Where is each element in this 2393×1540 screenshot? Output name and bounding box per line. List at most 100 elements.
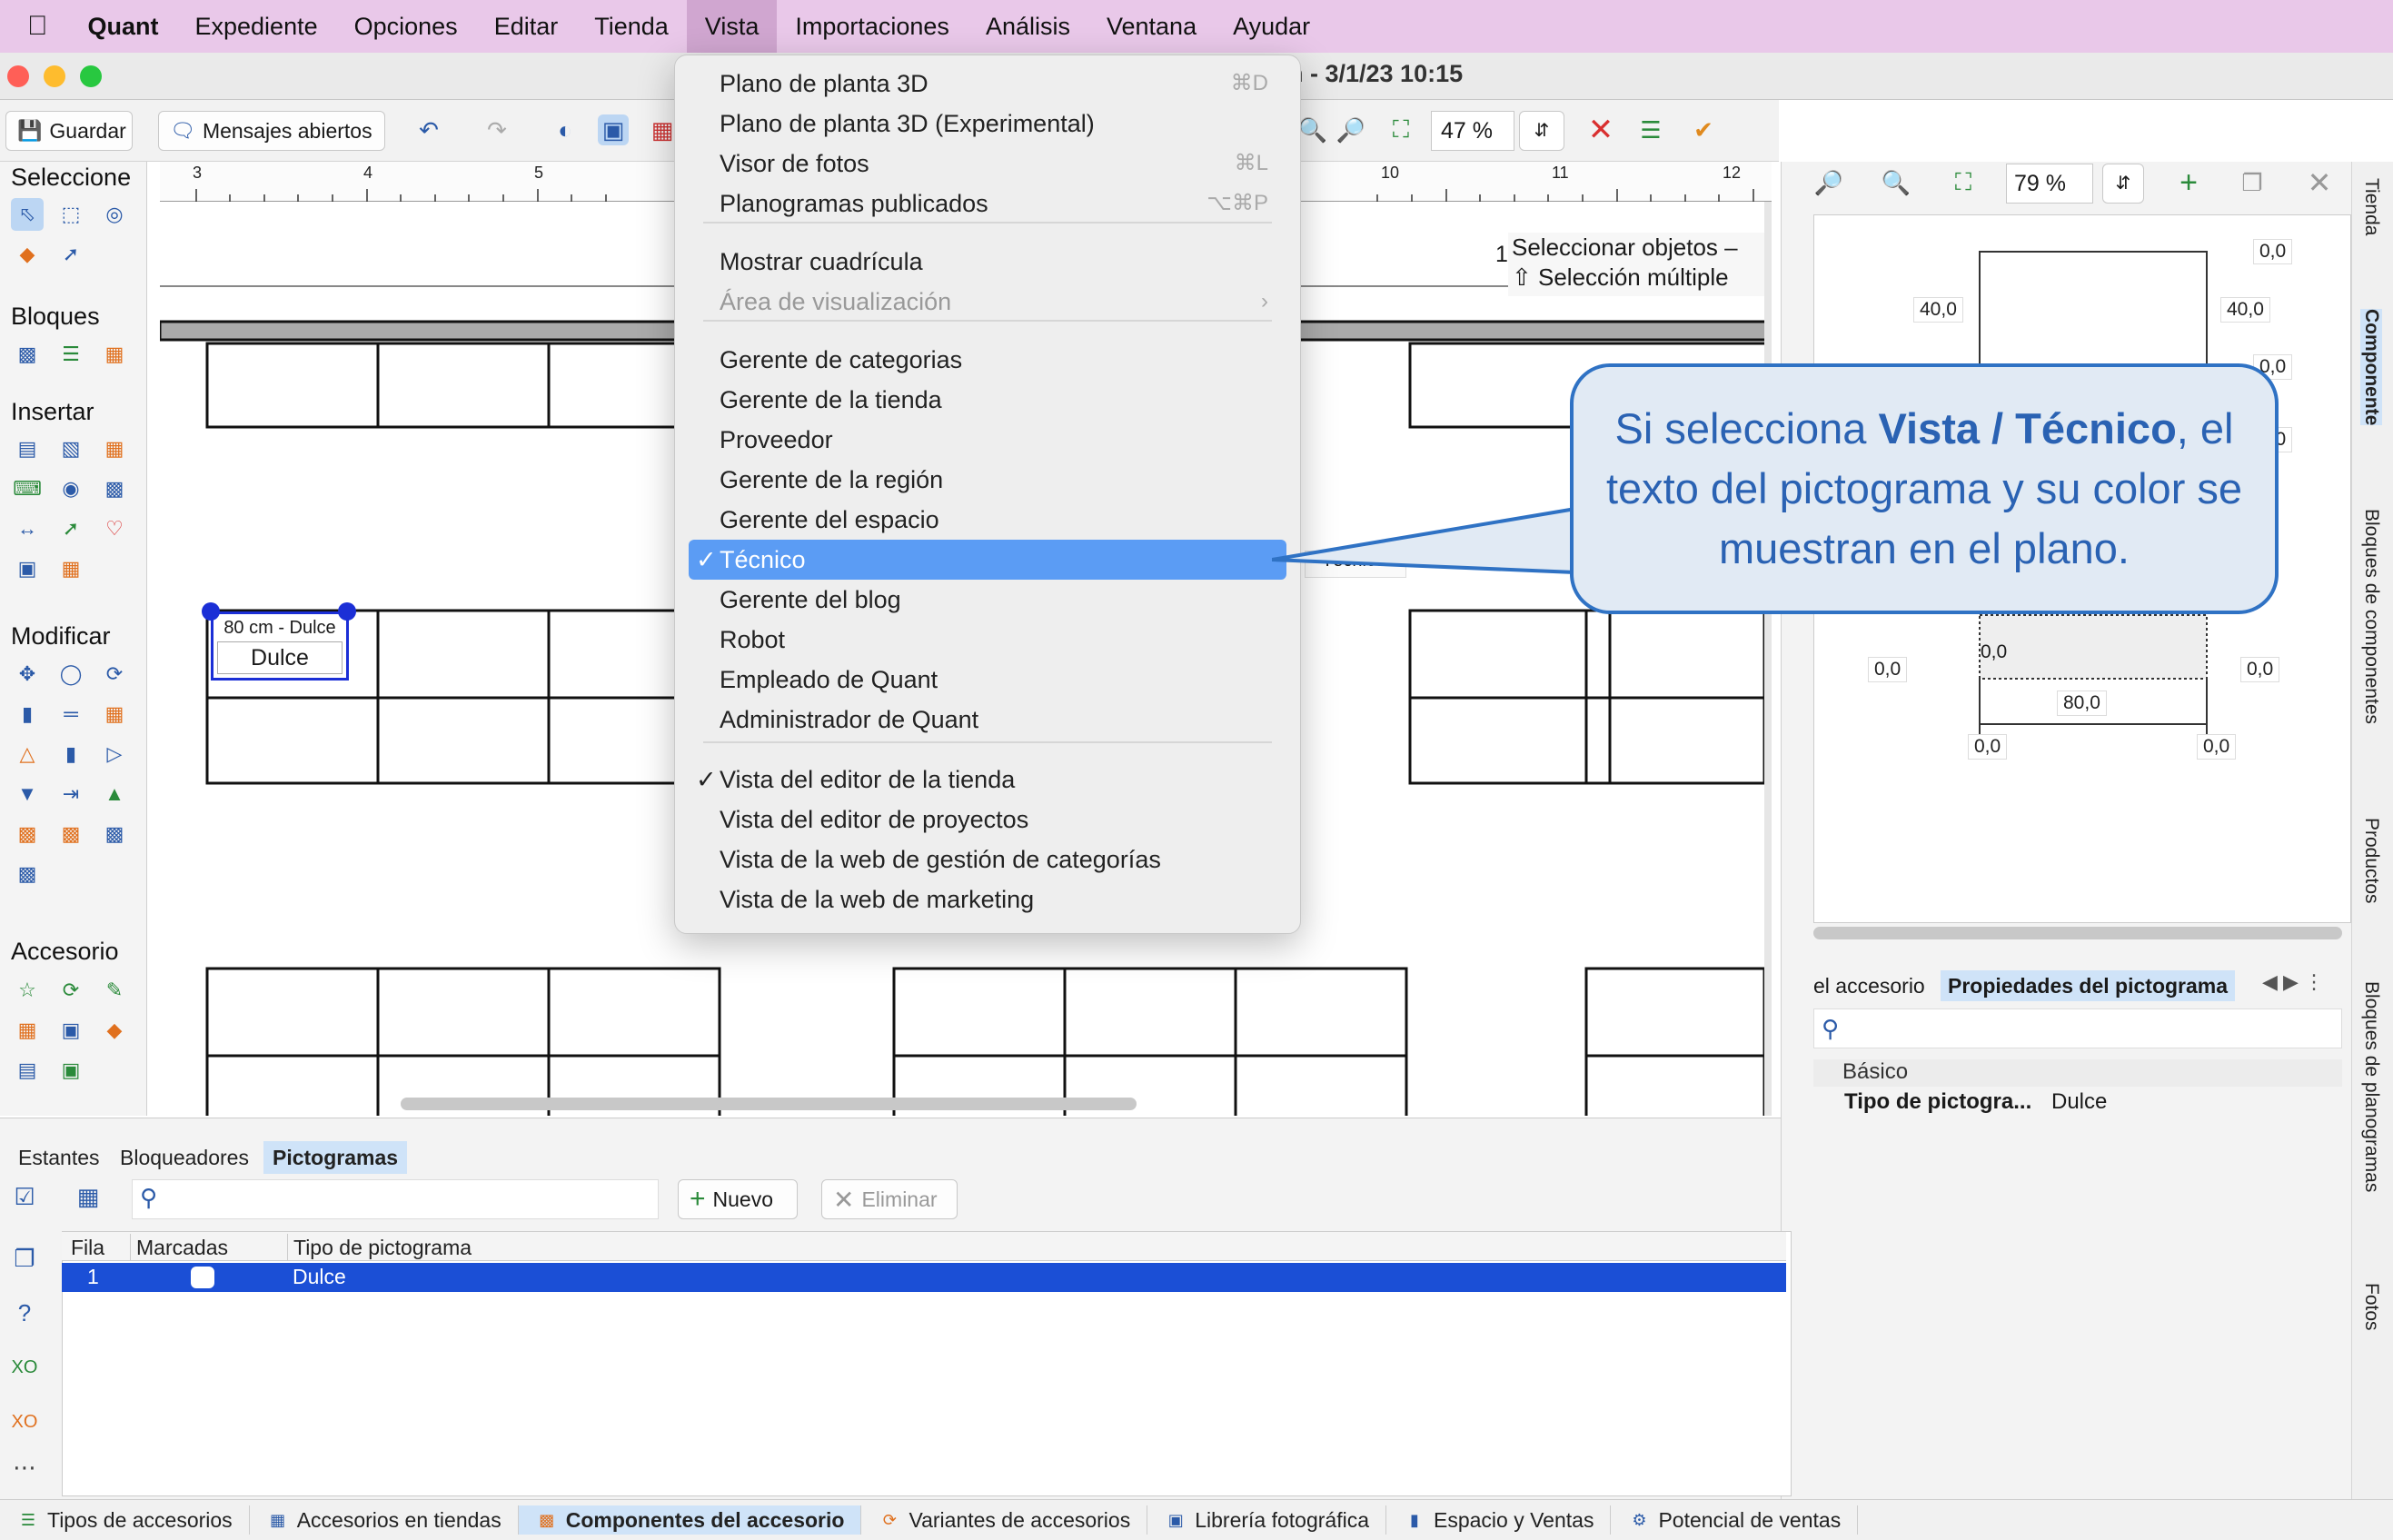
- block-group-icon[interactable]: ▦: [98, 338, 131, 371]
- copy-icon[interactable]: ❐: [9, 1243, 40, 1274]
- right-zoom-stepper[interactable]: ⇵: [2102, 164, 2144, 204]
- menu-app-name[interactable]: Quant: [70, 0, 177, 53]
- calculator-icon[interactable]: ▩: [98, 472, 131, 505]
- zoom-field[interactable]: 47 %: [1431, 111, 1514, 151]
- side-tab-fotos[interactable]: Fotos: [2360, 1283, 2382, 1331]
- menu-item[interactable]: Vista del editor de proyectos: [689, 800, 1286, 840]
- tab-bloqueadores[interactable]: Bloqueadores: [111, 1141, 258, 1174]
- marquee-select-icon[interactable]: ⬚: [55, 198, 87, 231]
- menu-item[interactable]: Visor de fotos ⌘L: [689, 144, 1286, 184]
- move-icon[interactable]: ✥: [11, 658, 44, 691]
- duplicate-icon[interactable]: ❐: [2237, 167, 2268, 198]
- menu-editar[interactable]: Editar: [476, 0, 577, 53]
- menu-item[interactable]: Vista de la web de gestión de categorías: [689, 840, 1286, 879]
- grid-toggle-icon[interactable]: ▣: [598, 114, 629, 145]
- resize-handle[interactable]: [338, 602, 356, 621]
- tab-propiedades[interactable]: Propiedades del pictograma: [1941, 970, 2236, 1001]
- side-tab-productos[interactable]: Productos: [2360, 818, 2382, 904]
- copy-icon[interactable]: ▩: [11, 858, 44, 890]
- layers-icon[interactable]: ◆: [11, 238, 44, 271]
- align-left-icon[interactable]: ▮: [11, 698, 44, 730]
- minimize-window-button[interactable]: [44, 65, 65, 87]
- menu-item[interactable]: Vista de la web de marketing: [689, 879, 1286, 919]
- column-fila[interactable]: Fila: [71, 1234, 104, 1261]
- line-icon[interactable]: ➚: [55, 512, 87, 545]
- align-bottom-icon[interactable]: ▲: [98, 778, 131, 810]
- menu-item[interactable]: Proveedor: [689, 420, 1286, 460]
- tab-pictogramas[interactable]: Pictogramas: [263, 1141, 408, 1174]
- select-icon[interactable]: ⬁: [11, 198, 44, 231]
- mirror-icon[interactable]: △: [11, 738, 44, 770]
- menu-item[interactable]: Plano de planta 3D ⌘D: [689, 64, 1286, 104]
- apple-icon[interactable]: : [0, 11, 70, 42]
- menu-item[interactable]: Mostrar cuadrícula: [689, 242, 1286, 282]
- bring-front-icon[interactable]: ▩: [11, 818, 44, 850]
- image-list-icon[interactable]: ▣: [55, 1054, 87, 1087]
- pointer-icon[interactable]: ➚: [55, 238, 87, 271]
- zoom-window-button[interactable]: [80, 65, 102, 87]
- tab-variantes[interactable]: ⟳ Variantes de accesorios: [861, 1505, 1148, 1535]
- cycle-icon[interactable]: ⟳: [55, 974, 87, 1007]
- right-zoom-field[interactable]: 79 %: [2006, 164, 2093, 204]
- menu-item[interactable]: Vista del editor de la tienda ✓: [689, 760, 1286, 800]
- zoom-out-icon[interactable]: 🔍: [1881, 167, 1911, 198]
- section-basico[interactable]: Básico: [1813, 1059, 2342, 1087]
- menu-vista[interactable]: Vista: [686, 0, 778, 53]
- delete-button[interactable]: ✕ Eliminar: [821, 1179, 958, 1219]
- target-icon[interactable]: ◎: [98, 198, 131, 231]
- selected-pictogram[interactable]: 80 cm - Dulce Dulce: [211, 611, 349, 681]
- close-icon[interactable]: ✕: [2304, 166, 2335, 199]
- menu-opciones[interactable]: Opciones: [336, 0, 476, 53]
- columns-icon[interactable]: ▦: [11, 1014, 44, 1047]
- horizontal-scrollbar[interactable]: [1813, 927, 2342, 939]
- menu-item[interactable]: Técnico ✓: [689, 540, 1286, 580]
- menu-item[interactable]: Gerente de categorias: [689, 340, 1286, 380]
- list-add-icon[interactable]: ☰: [1635, 114, 1666, 145]
- fit-icon[interactable]: ⛶: [1948, 167, 1979, 198]
- number-icon[interactable]: ▣: [55, 1014, 87, 1047]
- zoom-stepper[interactable]: ⇵: [1519, 111, 1564, 151]
- overlap-icon[interactable]: ▩: [98, 818, 131, 850]
- side-tab-tienda[interactable]: Tienda: [2360, 178, 2382, 235]
- hierarchy-icon[interactable]: ☆: [11, 974, 44, 1007]
- block-icon[interactable]: ▩: [11, 338, 44, 371]
- group-icon[interactable]: ◯: [55, 658, 87, 691]
- menu-expediente[interactable]: Expediente: [177, 0, 336, 53]
- tab-potencial[interactable]: ⚙ Potencial de ventas: [1611, 1505, 1859, 1535]
- redo-icon[interactable]: ↷: [482, 114, 512, 145]
- menu-item[interactable]: Gerente del espacio: [689, 500, 1286, 540]
- menu-item[interactable]: Empleado de Quant: [689, 660, 1286, 700]
- pdf-icon[interactable]: ♡: [98, 512, 131, 545]
- column-marcadas[interactable]: Marcadas: [130, 1234, 228, 1261]
- distribute-icon[interactable]: ▮: [55, 738, 87, 770]
- help-icon[interactable]: ?: [9, 1297, 40, 1328]
- align-center-icon[interactable]: ═: [55, 698, 87, 730]
- column-tipo[interactable]: Tipo de pictograma: [287, 1234, 472, 1261]
- text-edit-icon[interactable]: ✎: [98, 974, 131, 1007]
- pegboard-icon[interactable]: ▦: [98, 432, 131, 465]
- grid-arrange-icon[interactable]: ▦: [98, 698, 131, 730]
- row-checkbox[interactable]: [191, 1267, 214, 1288]
- camera-icon[interactable]: ◉: [55, 472, 87, 505]
- tab-accesorio[interactable]: el accesorio: [1813, 974, 1925, 999]
- close-window-button[interactable]: [7, 65, 29, 87]
- cabinet-icon[interactable]: ▧: [55, 432, 87, 465]
- menu-item[interactable]: Administrador de Quant: [689, 700, 1286, 740]
- check-circle-icon[interactable]: ✔: [1688, 114, 1719, 145]
- align-right-icon[interactable]: ▷: [98, 738, 131, 770]
- resize-handle[interactable]: [202, 602, 220, 621]
- tab-nav-arrows-icon[interactable]: ◀ ▶ ⋮: [2262, 970, 2324, 994]
- excel-export-icon[interactable]: XO: [9, 1352, 40, 1383]
- menu-analisis[interactable]: Análisis: [968, 0, 1088, 53]
- menu-item[interactable]: Gerente del blog: [689, 580, 1286, 620]
- send-back-icon[interactable]: ▩: [55, 818, 87, 850]
- delete-icon[interactable]: ✕: [1585, 113, 1616, 147]
- fit-icon[interactable]: ⛶: [1385, 114, 1416, 145]
- menu-tienda[interactable]: Tienda: [576, 0, 687, 53]
- tab-accesorios-tiendas[interactable]: ▦ Accesorios en tiendas: [250, 1505, 519, 1535]
- excel-import-icon[interactable]: XO: [9, 1406, 40, 1437]
- arrange-icon[interactable]: ⇥: [55, 778, 87, 810]
- save-button[interactable]: 💾 Guardar: [5, 111, 133, 151]
- image-icon[interactable]: ▣: [11, 552, 44, 585]
- rotate-icon[interactable]: ⟳: [98, 658, 131, 691]
